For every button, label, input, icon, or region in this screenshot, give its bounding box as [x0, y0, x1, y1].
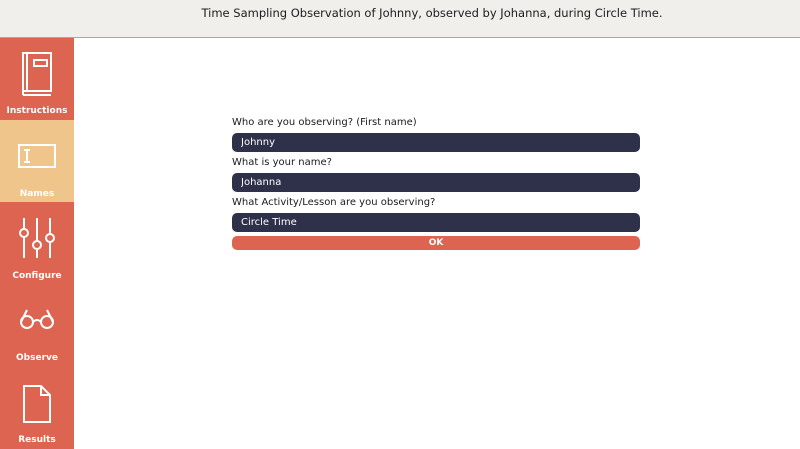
sidebar: Instructions Names Configure Observe Res…: [0, 38, 74, 449]
sidebar-item-instructions[interactable]: Instructions: [0, 38, 74, 120]
sidebar-item-configure[interactable]: Configure: [0, 202, 74, 284]
text-field-icon: [0, 120, 74, 180]
document-icon: [0, 366, 74, 426]
sidebar-item-label: Names: [19, 189, 55, 199]
sidebar-item-label: Configure: [12, 271, 62, 281]
names-form: Who are you observing? (First name) What…: [232, 114, 640, 250]
glasses-icon: [0, 284, 74, 344]
sliders-icon: [0, 202, 74, 262]
book-icon: [0, 38, 74, 98]
header-bar: Time Sampling Observation of Johnny, obs…: [0, 0, 800, 38]
observee-input[interactable]: [232, 133, 640, 152]
activity-input[interactable]: [232, 213, 640, 232]
activity-label: What Activity/Lesson are you observing?: [232, 197, 436, 208]
page-title: Time Sampling Observation of Johnny, obs…: [201, 5, 663, 20]
sidebar-item-results[interactable]: Results: [0, 366, 74, 448]
observer-label: What is your name?: [232, 157, 332, 168]
ok-button[interactable]: OK: [232, 236, 640, 250]
observee-label: Who are you observing? (First name): [232, 117, 417, 128]
sidebar-item-label: Results: [18, 435, 56, 445]
sidebar-item-names[interactable]: Names: [0, 120, 74, 202]
sidebar-item-observe[interactable]: Observe: [0, 284, 74, 366]
sidebar-item-label: Observe: [16, 353, 58, 363]
sidebar-item-label: Instructions: [6, 106, 68, 116]
observer-input[interactable]: [232, 173, 640, 192]
